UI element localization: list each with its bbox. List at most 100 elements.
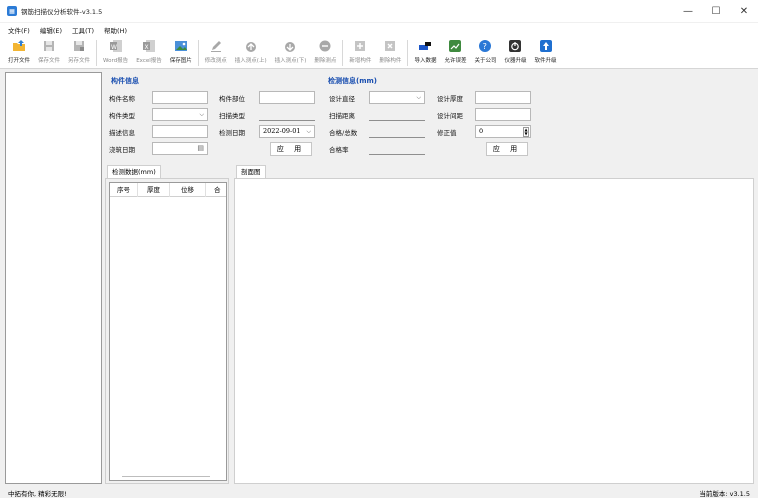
menu-tools[interactable]: 工具(T) [72,25,94,35]
column-header-displacement[interactable]: 位移 [170,183,206,197]
detection-data-panel: 序号 厚度 位移 合 [105,178,229,484]
insert-point-above-button[interactable]: 插入测点(上) [231,37,271,69]
component-part-input[interactable] [259,91,315,104]
add-component-button[interactable]: 新增构件 [345,37,375,69]
design-thickness-input[interactable] [475,91,531,104]
app-logo-icon: ▦ [7,6,17,16]
column-header-thickness[interactable]: 厚度 [138,183,170,197]
pour-date-picker[interactable]: ▤ [152,142,208,155]
table-header: 序号 厚度 位移 合 [110,183,226,197]
component-info-title: 构件信息 [111,77,139,85]
component-apply-button[interactable]: 应 用 [270,142,312,156]
delete-point-icon [318,39,332,53]
status-bar: 中拓有你, 精彩无限! 当前版本: v3.1.5 [0,487,758,498]
column-header-index[interactable]: 序号 [110,183,138,197]
word-report-button[interactable]: W Word报告 [99,37,132,69]
horizontal-scrollbar[interactable] [122,476,210,477]
description-label: 描述信息 [109,129,135,137]
word-icon: W [109,39,123,53]
title-bar: ▦ 钢筋扫描仪分析软件-v3.1.5 — ☐ ✕ [0,0,758,22]
insert-down-icon [283,39,297,53]
device-upgrade-button[interactable]: 仪器升级 [500,37,530,69]
toolbar-separator [342,40,344,66]
menu-edit[interactable]: 编辑(E) [40,25,62,35]
scan-type-value [259,108,315,121]
stepper-arrows-icon[interactable]: ▲ ▼ [523,127,529,137]
description-input[interactable] [152,125,208,138]
insert-point-below-button[interactable]: 插入测点(下) [271,37,311,69]
detection-apply-button[interactable]: 应 用 [486,142,528,156]
import-data-icon [418,39,432,53]
menu-help[interactable]: 帮助(H) [104,25,127,35]
design-spacing-label: 设计间距 [437,112,463,120]
pass-rate-label: 合格率 [329,146,349,154]
save-as-button[interactable]: 另存文件 [64,37,94,69]
detection-date-label: 检测日期 [219,129,245,137]
design-spacing-input[interactable] [475,108,531,121]
import-data-button[interactable]: 导入数据 [410,37,440,69]
edit-point-button[interactable]: 修改测点 [201,37,231,69]
excel-icon: X [142,39,156,53]
delete-point-button[interactable]: 删除测点 [310,37,340,69]
edit-point-icon [209,39,223,53]
tolerance-icon [448,39,462,53]
scan-type-label: 扫描类型 [219,112,245,120]
insert-up-icon [244,39,258,53]
correction-value: 0 [479,127,484,135]
delete-component-icon [383,39,397,53]
folder-open-icon [12,39,26,53]
delete-component-button[interactable]: 删除构件 [375,37,405,69]
pass-total-label: 合格/总数 [329,129,358,137]
pass-total-value [369,125,425,138]
add-component-icon [353,39,367,53]
close-button[interactable]: ✕ [730,0,758,22]
excel-report-button[interactable]: X Excel报告 [132,37,166,69]
correction-stepper[interactable]: 0 ▲ ▼ [475,125,531,138]
component-name-input[interactable] [152,91,208,104]
calendar-icon[interactable]: ▤ [197,143,204,154]
tolerance-button[interactable]: 允许误差 [440,37,470,69]
design-diameter-select[interactable] [369,91,425,104]
design-thickness-label: 设计厚度 [437,95,463,103]
menu-file[interactable]: 文件(F) [8,25,30,35]
about-company-button[interactable]: ? 关于公司 [470,37,500,69]
device-upgrade-icon [508,39,522,53]
minimize-button[interactable]: — [674,0,702,22]
software-upgrade-icon [539,39,553,53]
pour-date-label: 浇筑日期 [109,146,135,154]
correction-label: 修正值 [437,129,457,137]
toolbar: 打开文件 保存文件 另存文件 W Word报告 X Excel报告 保存图片 修… [0,37,758,69]
toolbar-separator [96,40,98,66]
maximize-button[interactable]: ☐ [702,0,730,22]
status-slogan: 中拓有你, 精彩无限! [8,489,67,498]
svg-text:?: ? [483,42,487,51]
scan-distance-value [369,108,425,121]
status-version: 当前版本: v3.1.5 [699,489,750,498]
app-window: ▦ 钢筋扫描仪分析软件-v3.1.5 — ☐ ✕ 文件(F) 编辑(E) 工具(… [0,0,758,498]
column-header-pass[interactable]: 合 [206,183,226,197]
component-name-label: 构件名称 [109,95,135,103]
save-as-icon [72,39,86,53]
data-table[interactable]: 序号 厚度 位移 合 [109,182,227,481]
about-icon: ? [478,39,492,53]
window-controls: — ☐ ✕ [674,0,758,22]
save-image-button[interactable]: 保存图片 [166,37,196,69]
pass-rate-value [369,142,425,155]
tab-section-view[interactable]: 剖面图 [236,165,266,178]
svg-text:W: W [111,44,117,51]
component-part-label: 构件部位 [219,95,245,103]
section-chart-area [234,178,754,484]
component-type-select[interactable] [152,108,208,121]
toolbar-separator [197,40,199,66]
info-area: 构件信息 构件名称 构件部位 构件类型 扫描类型 描述信息 检测日期 2022-… [105,72,545,164]
toolbar-separator [407,40,409,66]
tab-detection-data[interactable]: 检测数据(mm) [107,165,161,178]
software-upgrade-button[interactable]: 软件升级 [531,37,561,69]
open-file-button[interactable]: 打开文件 [4,37,34,69]
component-tree-panel[interactable] [5,72,102,484]
scan-distance-label: 扫描距离 [329,112,355,120]
detection-info-title: 检测信息(mm) [328,77,377,85]
image-icon [174,39,188,53]
detection-date-picker[interactable]: 2022-09-01 [259,125,315,138]
save-file-button[interactable]: 保存文件 [34,37,64,69]
